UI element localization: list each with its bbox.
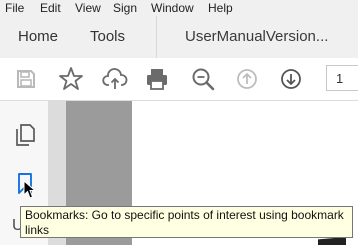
zoom-out-button[interactable] [188,64,218,94]
tab-home[interactable]: Home [18,16,58,58]
menu-sign[interactable]: Sign [113,0,137,16]
tab-bar: Home Tools UserManualVersion... [0,16,358,59]
share-upload-button[interactable] [100,64,130,94]
print-icon [147,69,167,90]
cloud-upload-icon [102,68,128,89]
previous-page-button[interactable] [232,64,262,94]
mouse-cursor-icon [23,180,37,199]
next-page-icon [281,69,301,89]
tab-tools[interactable]: Tools [90,16,125,58]
next-page-button[interactable] [276,64,306,94]
bookmark-star-button[interactable] [56,64,86,94]
save-button[interactable] [11,64,41,94]
print-button[interactable] [142,64,172,94]
save-icon [17,70,35,88]
menu-bar: File Edit View Sign Window Help [0,0,358,16]
menu-file[interactable]: File [5,0,24,16]
toolbar: 1 [0,58,358,101]
menu-help[interactable]: Help [208,0,233,16]
menu-edit[interactable]: Edit [40,0,61,16]
menu-window[interactable]: Window [151,0,194,16]
menu-view[interactable]: View [75,0,101,16]
star-icon [59,67,83,90]
previous-page-icon [237,69,257,89]
zoom-out-icon [192,68,215,91]
bookmarks-tooltip: Bookmarks: Go to specific points of inte… [20,206,353,238]
tab-document[interactable]: UserManualVersion... [156,16,358,58]
page-thumbnails-icon [16,124,35,146]
page-thumbnails-button[interactable] [10,119,40,149]
page-number-input[interactable]: 1 [326,65,358,91]
